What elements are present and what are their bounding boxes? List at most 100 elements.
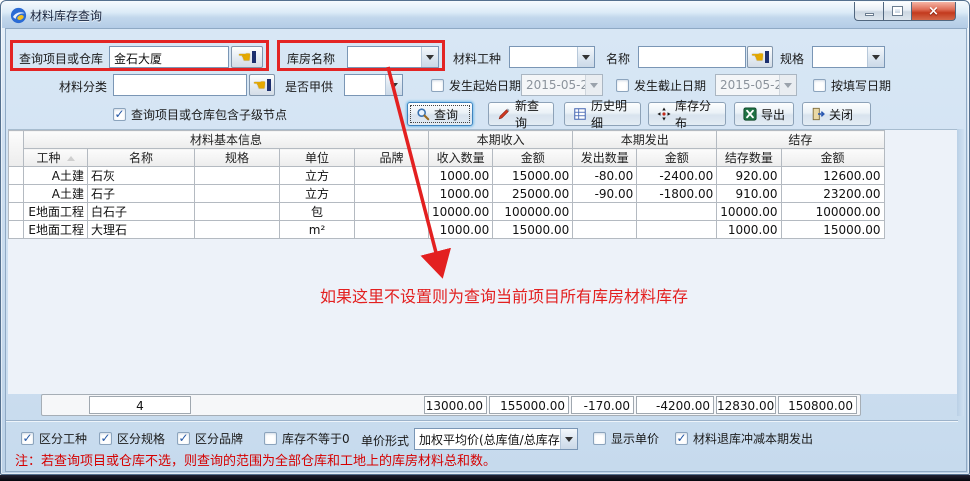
restore-button[interactable]: [883, 2, 912, 21]
start-date-picker[interactable]: 2015-05-27: [521, 74, 603, 96]
checkbox-icon: [431, 79, 444, 92]
start-date-checkbox[interactable]: 发生起始日期: [431, 77, 521, 94]
close-form-button[interactable]: 关闭: [802, 102, 871, 126]
checkbox-icon: [264, 432, 277, 445]
return-offset-label: 材料退库冲减本期发出: [693, 430, 813, 447]
checkbox-checked-icon: [113, 108, 126, 121]
name-label: 名称: [606, 50, 630, 67]
history-detail-button[interactable]: 历史明细: [564, 102, 641, 126]
name-picker-button[interactable]: ☚: [747, 46, 773, 68]
cell: E地面工程: [24, 203, 88, 221]
checkbox-checked-icon: [21, 432, 34, 445]
table-row[interactable]: E地面工程 大理石 m² 1000.00 15000.00 1000.00 15…: [9, 221, 885, 239]
cell: [195, 203, 280, 221]
table-row[interactable]: A土建 石子 立方 1000.00 25000.00 -90.00 -1800.…: [9, 185, 885, 203]
cell: 1000.00: [429, 221, 493, 239]
cell: A土建: [24, 167, 88, 185]
new-query-button[interactable]: 新查询: [488, 102, 554, 126]
export-button-label: 导出: [761, 106, 785, 123]
owner-supply-combobox[interactable]: [344, 74, 403, 96]
cell: 10000.00: [717, 203, 781, 221]
project-picker-button[interactable]: ☚: [231, 46, 263, 68]
col-unit[interactable]: 单位: [280, 149, 355, 167]
dropdown-arrow-icon: [585, 75, 602, 95]
by-fill-date-checkbox[interactable]: 按填写日期: [813, 77, 891, 94]
stock-nonzero-checkbox[interactable]: 库存不等于0: [264, 430, 350, 447]
col-in-qty[interactable]: 收入数量: [429, 149, 493, 167]
col-bal-amt[interactable]: 金额: [781, 149, 884, 167]
pen-icon: [497, 107, 511, 121]
group-basic-info: 材料基本信息: [24, 131, 429, 149]
hand-pointer-icon: ☚: [751, 50, 769, 65]
footer-note: 注：若查询项目或仓库不选，则查询的范围为全部仓库和工地上的库房材料总和数。: [15, 450, 496, 469]
dropdown-arrow-icon: [385, 75, 402, 95]
minimize-button[interactable]: [854, 2, 883, 21]
distinguish-brand-checkbox[interactable]: 区分品牌: [177, 430, 243, 447]
cell: m²: [280, 221, 355, 239]
end-date-picker[interactable]: 2015-05-27: [715, 74, 797, 96]
table-row[interactable]: E地面工程 白石子 包 10000.00 100000.00 10000.00 …: [9, 203, 885, 221]
checkbox-icon: [813, 79, 826, 92]
stock-distribution-button[interactable]: 库存分布: [648, 102, 726, 126]
group-period-in: 本期收入: [429, 131, 573, 149]
row-header: [9, 221, 24, 239]
col-out-amt[interactable]: 金额: [637, 149, 717, 167]
title-bar[interactable]: 材料库存查询 ×: [2, 2, 968, 28]
end-date-checkbox[interactable]: 发生截止日期: [616, 77, 706, 94]
group-period-out: 本期发出: [573, 131, 717, 149]
col-bal-qty[interactable]: 结存数量: [717, 149, 781, 167]
scrollbar-track[interactable]: [957, 129, 964, 416]
name-input[interactable]: [638, 46, 746, 68]
spec-combobox[interactable]: [812, 46, 885, 68]
spec-label: 规格: [780, 50, 804, 67]
include-children-checkbox[interactable]: 查询项目或仓库包含子级节点: [113, 106, 287, 123]
price-form-combobox[interactable]: 加权平均价(总库值/总库存量): [414, 428, 578, 450]
end-date-value: 2015-05-27: [716, 78, 779, 92]
cell: [195, 167, 280, 185]
show-unit-price-checkbox[interactable]: 显示单价: [593, 430, 659, 447]
row-header: [9, 203, 24, 221]
col-name[interactable]: 名称: [88, 149, 195, 167]
export-button[interactable]: 导出: [734, 102, 794, 126]
cell: 石子: [88, 185, 195, 203]
worktype-combobox[interactable]: [509, 46, 595, 68]
col-spec[interactable]: 规格: [195, 149, 280, 167]
cell: [637, 221, 717, 239]
distinguish-spec-label: 区分规格: [117, 430, 165, 447]
category-label: 材料分类: [59, 78, 107, 95]
include-children-label: 查询项目或仓库包含子级节点: [131, 106, 287, 123]
cell: -80.00: [573, 167, 637, 185]
window-title: 材料库存查询: [30, 7, 102, 24]
col-out-qty[interactable]: 发出数量: [573, 149, 637, 167]
stock-distribution-button-label: 库存分布: [675, 97, 717, 131]
query-button[interactable]: 查询: [407, 102, 473, 126]
summary-in-qty: 13000.00: [424, 396, 487, 414]
category-input[interactable]: [113, 74, 247, 96]
distinguish-worktype-checkbox[interactable]: 区分工种: [21, 430, 87, 447]
dropdown-arrow-icon: [867, 47, 884, 67]
project-input[interactable]: 金石大厦: [109, 46, 229, 68]
warehouse-combobox[interactable]: [347, 46, 439, 68]
exit-door-icon: [811, 107, 825, 121]
col-worktype[interactable]: 工种: [24, 149, 88, 167]
distinguish-spec-checkbox[interactable]: 区分规格: [99, 430, 165, 447]
cell: 1000.00: [717, 221, 781, 239]
cell: [355, 203, 429, 221]
row-header: [9, 185, 24, 203]
return-offset-checkbox[interactable]: 材料退库冲减本期发出: [675, 430, 813, 447]
cell: 白石子: [88, 203, 195, 221]
table-row[interactable]: A土建 石灰 立方 1000.00 15000.00 -80.00 -2400.…: [9, 167, 885, 185]
col-in-amt[interactable]: 金额: [493, 149, 573, 167]
inventory-table: 材料基本信息 本期收入 本期发出 结存 工种 名称 规格 单位 品牌 收入数量 …: [8, 130, 885, 239]
col-brand[interactable]: 品牌: [355, 149, 429, 167]
price-form-value: 加权平均价(总库值/总库存量): [415, 431, 560, 448]
cell: -2400.00: [637, 167, 717, 185]
app-icon: [10, 7, 27, 24]
group-header-row: 材料基本信息 本期收入 本期发出 结存: [9, 131, 885, 149]
distinguish-worktype-label: 区分工种: [39, 430, 87, 447]
dropdown-arrow-icon: [560, 429, 577, 449]
close-button[interactable]: ×: [912, 2, 956, 21]
table-icon: [573, 107, 587, 121]
category-picker-button[interactable]: ☚: [249, 74, 275, 96]
warehouse-label: 库房名称: [287, 50, 335, 67]
